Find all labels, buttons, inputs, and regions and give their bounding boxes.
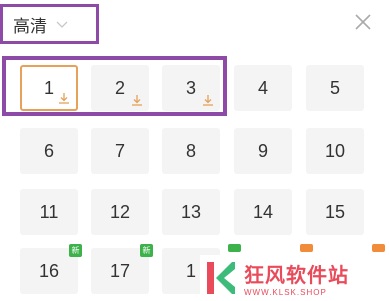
episode-item-10[interactable]: 10 <box>306 128 364 174</box>
watermark: 狂风软件站 WWW.KLSK.SHOP <box>200 255 389 301</box>
downloaded-icon <box>132 95 142 106</box>
episode-number: 12 <box>109 201 131 222</box>
episode-item-9[interactable]: 9 <box>234 128 292 174</box>
episode-item-2[interactable]: 2 <box>91 65 149 111</box>
episode-number: 9 <box>257 140 268 161</box>
downloaded-icon <box>203 95 213 106</box>
episode-number: 17 <box>109 260 131 281</box>
episode-item-13[interactable]: 13 <box>162 189 220 235</box>
new-badge: 新 <box>69 244 82 257</box>
episode-number: 6 <box>43 140 54 161</box>
watermark-subtitle: WWW.KLSK.SHOP <box>244 288 327 297</box>
episode-number: 16 <box>38 260 60 281</box>
new-badge: 新 <box>140 244 153 257</box>
episode-number: 2 <box>114 77 125 98</box>
partial-new-badge <box>372 244 385 252</box>
episode-item-6[interactable]: 6 <box>20 128 78 174</box>
episode-number: 11 <box>39 201 59 222</box>
episode-number: 15 <box>324 201 346 222</box>
episode-number: 1 <box>185 260 196 281</box>
episode-item-17[interactable]: 17 新 <box>91 244 153 294</box>
episode-item-8[interactable]: 8 <box>162 128 220 174</box>
episode-item-11[interactable]: 11 <box>20 189 78 235</box>
episode-item-1[interactable]: 1 <box>20 65 78 111</box>
episode-number: 5 <box>329 77 340 98</box>
episode-item-7[interactable]: 7 <box>91 128 149 174</box>
episode-number: 14 <box>252 201 274 222</box>
episode-item-3[interactable]: 3 <box>162 65 220 111</box>
episode-number: 8 <box>185 140 196 161</box>
episode-item-5[interactable]: 5 <box>306 65 364 111</box>
watermark-logo-icon <box>207 262 235 294</box>
episode-item-16[interactable]: 16 新 <box>20 244 82 294</box>
episode-number: 1 <box>43 77 54 98</box>
partial-new-badge <box>228 244 241 252</box>
episode-number: 4 <box>257 77 268 98</box>
episode-item-15[interactable]: 15 <box>306 189 364 235</box>
partial-new-badge <box>300 244 313 252</box>
episode-number: 13 <box>180 201 202 222</box>
episode-number: 7 <box>114 140 125 161</box>
episode-number: 10 <box>324 140 346 161</box>
watermark-title: 狂风软件站 <box>244 263 349 287</box>
episode-item-4[interactable]: 4 <box>234 65 292 111</box>
episode-item-12[interactable]: 12 <box>91 189 149 235</box>
downloaded-icon <box>59 93 69 104</box>
episode-number: 3 <box>185 77 196 98</box>
episode-item-14[interactable]: 14 <box>234 189 292 235</box>
